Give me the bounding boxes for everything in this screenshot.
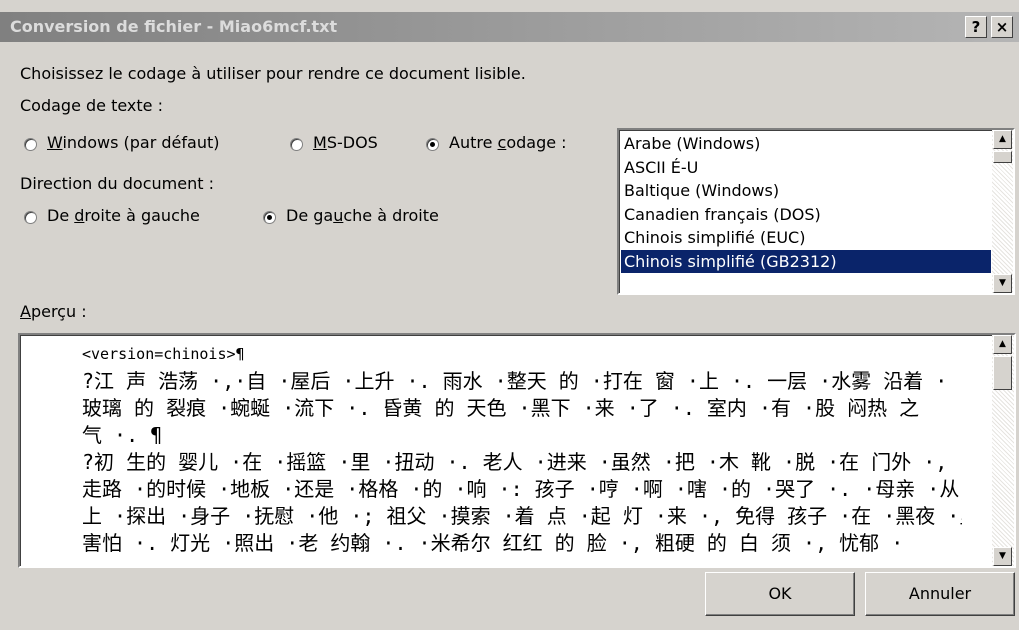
radio-left-to-right-label[interactable]: De gauche à droite [286,206,439,225]
scrollbar-thumb[interactable] [993,151,1012,163]
preview-line: 气 ·. ¶ [82,423,163,447]
help-button[interactable]: ? [965,16,987,38]
title-bar[interactable]: Conversion de fichier - Miao6mcf.txt ? × [0,12,1019,42]
encoding-option[interactable]: Chinois simplifié (EUC) [621,226,991,250]
encoding-list-scrollbar[interactable]: ▲ ▼ [992,130,1013,293]
direction-label: Direction du document : [20,174,214,193]
preview-line: ?江 声 浩荡 ·,·自 ·屋后 ·上升 ·. 雨水 ·整天 的 ·打在 窗 ·… [82,369,948,393]
scroll-up-arrow-icon[interactable]: ▲ [993,130,1012,149]
radio-autre-codage-circle[interactable] [426,138,439,151]
preview-line: 上 ·探出 ·身子 ·抚慰 ·他 ·; 祖父 ·摸索 ·着 点 ·起 灯 ·来 … [82,504,962,528]
close-button[interactable]: × [991,16,1013,38]
radio-windows-circle[interactable] [24,138,37,151]
scroll-down-arrow-icon[interactable]: ▼ [993,274,1012,293]
preview-pane[interactable]: <version=chinois>¶ ?江 声 浩荡 ·,·自 ·屋后 ·上升 … [18,333,1016,568]
radio-right-to-left-circle[interactable] [24,211,37,224]
radio-autre-codage-label[interactable]: Autre codage : [449,133,567,152]
scroll-up-arrow-icon[interactable]: ▲ [993,335,1012,354]
window-title: Conversion de fichier - Miao6mcf.txt [10,17,338,36]
encoding-listbox[interactable]: Arabe (Windows) ASCII É-U Baltique (Wind… [617,128,1015,295]
preview-line: ?初 生的 婴儿 ·在 ·摇篮 ·里 ·扭动 ·. 老人 ·进来 ·虽然 ·把 … [82,450,962,474]
cancel-button[interactable]: Annuler [865,572,1015,616]
preview-line: <version=chinois>¶ [82,345,245,363]
radio-right-to-left-label[interactable]: De droite à gauche [47,206,200,225]
radio-selected-dot [267,215,272,220]
radio-msdos-label[interactable]: MS-DOS [313,133,378,152]
radio-selected-dot [430,142,435,147]
encoding-option[interactable]: Arabe (Windows) [621,132,991,156]
instruction-text: Choisissez le codage à utiliser pour ren… [20,64,526,83]
scroll-down-arrow-icon[interactable]: ▼ [993,547,1012,566]
preview-label: Aperçu : [20,302,87,321]
preview-line: 害怕 ·. 灯光 ·照出 ·老 约翰 ·. ·米希尔 红红 的 脸 ·, 粗硬 … [82,531,904,555]
encoding-option[interactable]: ASCII É-U [621,156,991,180]
encoding-option-selected[interactable]: Chinois simplifié (GB2312) [621,249,991,273]
encoding-label: Codage de texte : [20,96,163,115]
encoding-option[interactable]: Canadien français (DOS) [621,203,991,227]
radio-windows-label[interactable]: Windows (par défaut) [47,133,219,152]
preview-scrollbar[interactable]: ▲ ▼ [992,335,1014,566]
radio-left-to-right-circle[interactable] [263,211,276,224]
scrollbar-thumb[interactable] [993,356,1012,390]
preview-line: 玻璃 的 裂痕 ·蜿蜒 ·流下 ·. 昏黄 的 天色 ·黑下 ·来 ·了 ·. … [82,396,920,420]
encoding-option[interactable]: Baltique (Windows) [621,179,991,203]
preview-line: 走路 ·的时候 ·地板 ·还是 ·格格 ·的 ·响 ·: 孩子 ·哼 ·啊 ·嗐… [82,477,962,501]
ok-button[interactable]: OK [705,572,855,616]
radio-msdos-circle[interactable] [290,138,303,151]
